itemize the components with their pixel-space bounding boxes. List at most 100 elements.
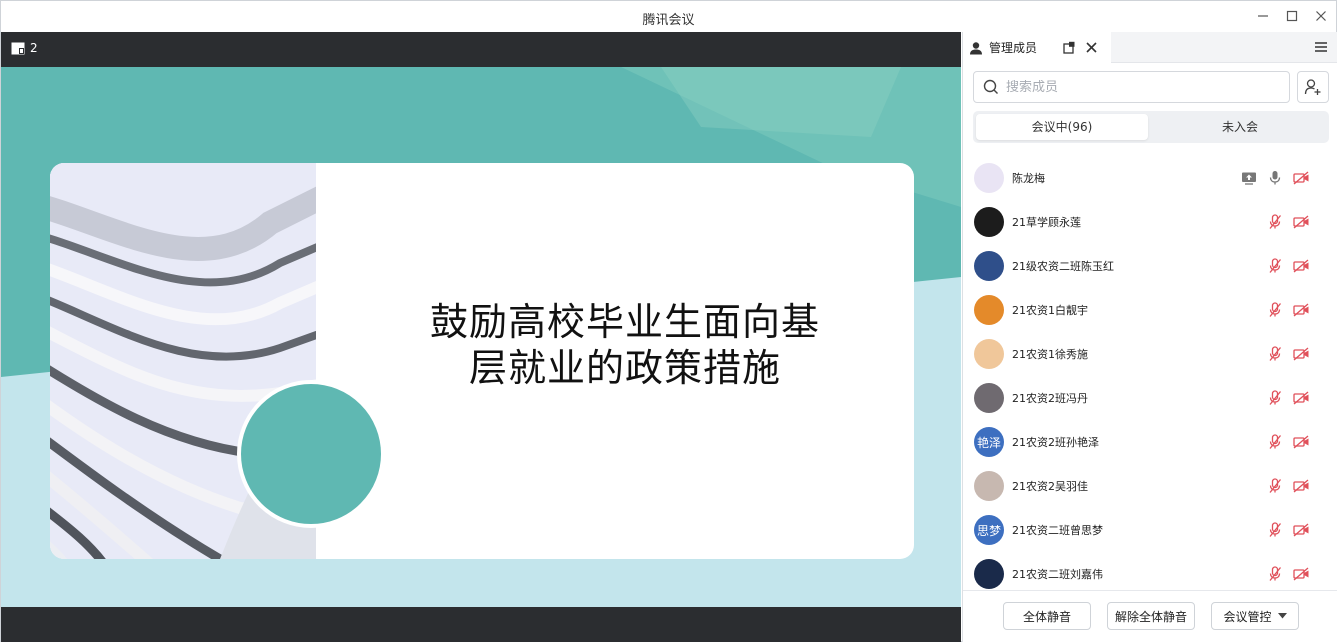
minimize-icon [1258, 15, 1268, 17]
mic-muted-icon [1269, 346, 1282, 361]
camera-toggle[interactable] [1292, 169, 1310, 187]
member-name: 21农资1白靓宇 [1012, 304, 1088, 317]
panel-menu-button[interactable] [1314, 40, 1328, 57]
member-status-icons [1266, 257, 1310, 275]
avatar [974, 207, 1004, 237]
member-row[interactable]: 思梦 21农资二班曾思梦 [963, 508, 1337, 552]
popout-panel-button[interactable] [1061, 40, 1077, 56]
mic-icon [1269, 171, 1281, 185]
window-title: 腾讯会议 [642, 13, 695, 28]
camera-off-icon [1292, 479, 1308, 493]
avatar: 艳泽 [974, 427, 1004, 457]
member-status-icons [1240, 169, 1310, 187]
camera-toggle[interactable] [1292, 521, 1310, 539]
mic-muted-icon [1269, 214, 1282, 229]
minimize-button[interactable] [1254, 7, 1272, 25]
member-name: 21农资1徐秀施 [1012, 348, 1088, 361]
member-status-icons [1266, 477, 1310, 495]
member-search-input[interactable] [1006, 79, 1266, 95]
camera-off-icon [1292, 567, 1308, 581]
camera-off-icon [1292, 215, 1308, 229]
member-row[interactable]: 21农资2吴羽佳 [963, 464, 1337, 508]
mic-toggle[interactable] [1266, 257, 1284, 275]
member-row[interactable]: 21农资2班冯丹 [963, 376, 1337, 420]
person-icon [970, 41, 982, 54]
tab-manage-members-label: 管理成员 [989, 41, 1038, 55]
close-panel-button[interactable] [1083, 40, 1099, 56]
member-name: 21农资二班曾思梦 [1012, 524, 1103, 537]
member-status-segment: 会议中(96) 未入会 [973, 111, 1329, 143]
panel-tab-bar: 管理成员 [963, 32, 1337, 63]
mic-muted-icon [1269, 302, 1282, 317]
mic-muted-icon [1269, 258, 1282, 273]
tab-not-joined[interactable]: 未入会 [1154, 114, 1326, 140]
screen-share-icon [1242, 172, 1256, 185]
invite-member-button[interactable] [1297, 71, 1329, 103]
mic-toggle[interactable] [1266, 477, 1284, 495]
tab-in-meeting[interactable]: 会议中(96) [976, 114, 1148, 140]
maximize-button[interactable] [1283, 7, 1301, 25]
add-person-icon [1304, 79, 1321, 95]
mute-all-button[interactable]: 全体静音 [1003, 602, 1091, 630]
mic-toggle[interactable] [1266, 521, 1284, 539]
hamburger-menu-icon [1315, 42, 1327, 52]
member-row[interactable]: 21农资1徐秀施 [963, 332, 1337, 376]
member-row[interactable]: 陈龙梅 [963, 156, 1337, 200]
mic-muted-icon [1269, 566, 1282, 581]
member-search-field[interactable] [973, 71, 1290, 103]
member-name: 21草学顾永莲 [1012, 216, 1081, 229]
avatar [974, 339, 1004, 369]
mic-toggle[interactable] [1266, 433, 1284, 451]
mic-toggle[interactable] [1266, 301, 1284, 319]
camera-off-icon [1292, 523, 1308, 537]
mic-toggle[interactable] [1266, 345, 1284, 363]
camera-toggle[interactable] [1292, 433, 1310, 451]
camera-toggle[interactable] [1292, 477, 1310, 495]
slide-card: 鼓励高校毕业生面向基层就业的政策措施 [50, 163, 914, 559]
meeting-control-button[interactable]: 会议管控 [1211, 602, 1299, 630]
mic-toggle[interactable] [1266, 389, 1284, 407]
slide-teal-circle [237, 380, 385, 528]
member-name: 21农资2班孙艳泽 [1012, 436, 1099, 449]
member-name: 21农资2吴羽佳 [1012, 480, 1088, 493]
member-status-icons [1266, 301, 1310, 319]
camera-toggle[interactable] [1292, 345, 1310, 363]
mic-muted-icon [1269, 434, 1282, 449]
mic-toggle[interactable] [1266, 565, 1284, 583]
avatar [974, 251, 1004, 281]
meeting-control-label: 会议管控 [1223, 609, 1272, 624]
camera-off-icon [1292, 259, 1308, 273]
camera-toggle[interactable] [1292, 301, 1310, 319]
member-panel: 管理成员 搜索成员 会议中(96) 未入会 陈龙梅 21草学顾永莲 21级农资二… [962, 32, 1337, 642]
stage-top-bar: 2 [1, 32, 961, 67]
member-row[interactable]: 艳泽 21农资2班孙艳泽 [963, 420, 1337, 464]
member-row[interactable]: 21级农资二班陈玉红 [963, 244, 1337, 288]
camera-off-icon [1292, 347, 1308, 361]
maximize-icon [1286, 10, 1298, 22]
unmute-all-button[interactable]: 解除全体静音 [1107, 602, 1195, 630]
member-row[interactable]: 21农资1白靓宇 [963, 288, 1337, 332]
caret-down-icon [1277, 613, 1287, 619]
camera-toggle[interactable] [1292, 213, 1310, 231]
avatar: 思梦 [974, 515, 1004, 545]
tab-manage-members[interactable]: 管理成员 [963, 32, 1111, 63]
member-row[interactable]: 21草学顾永莲 [963, 200, 1337, 244]
member-status-icons [1266, 433, 1310, 451]
member-row[interactable]: 21农资二班刘嘉伟 [963, 552, 1337, 590]
camera-toggle[interactable] [1292, 257, 1310, 275]
camera-toggle[interactable] [1292, 565, 1310, 583]
close-window-button[interactable] [1312, 7, 1330, 25]
layout-switch-button[interactable]: 2 [11, 41, 38, 55]
mic-toggle[interactable] [1266, 213, 1284, 231]
screen-share-indicator [1240, 169, 1258, 187]
camera-toggle[interactable] [1292, 389, 1310, 407]
member-name: 21农资二班刘嘉伟 [1012, 568, 1103, 581]
member-name: 21农资2班冯丹 [1012, 392, 1088, 405]
slide-title: 鼓励高校毕业生面向基层就业的政策措施 [429, 300, 820, 390]
member-name: 21级农资二班陈玉红 [1012, 260, 1114, 273]
member-status-icons [1266, 345, 1310, 363]
avatar [974, 295, 1004, 325]
mic-toggle[interactable] [1266, 169, 1284, 187]
camera-off-icon [1292, 435, 1308, 449]
shared-slide: 鼓励高校毕业生面向基层就业的政策措施 [1, 67, 961, 607]
